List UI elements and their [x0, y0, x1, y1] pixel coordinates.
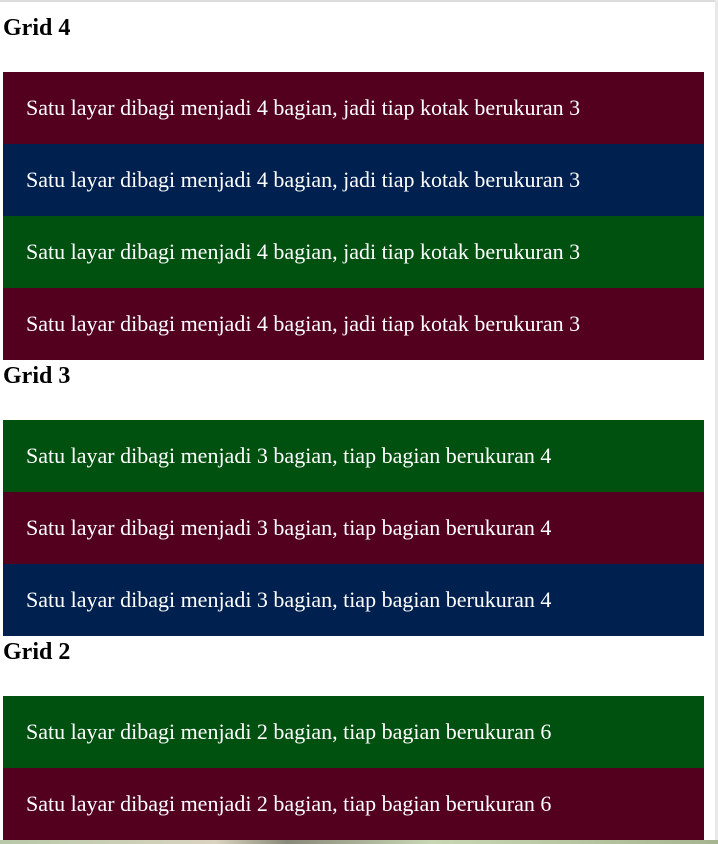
section-title-grid-3: Grid 3	[3, 363, 71, 389]
grid-3-box-1: Satu layar dibagi menjadi 3 bagian, tiap…	[3, 420, 704, 492]
grid-2-section: Grid 2 Satu layar dibagi menjadi 2 bagia…	[3, 636, 704, 840]
page-content: Grid 4 Satu layar dibagi menjadi 4 bagia…	[3, 0, 704, 840]
grid-4-box-2: Satu layar dibagi menjadi 4 bagian, jadi…	[3, 144, 704, 216]
grid-4-section: Grid 4 Satu layar dibagi menjadi 4 bagia…	[3, 0, 704, 360]
background-image-strip	[0, 840, 718, 844]
section-title-grid-2: Grid 2	[3, 639, 71, 665]
grid-2-box-2: Satu layar dibagi menjadi 2 bagian, tiap…	[3, 768, 704, 840]
grid-3-box-3: Satu layar dibagi menjadi 3 bagian, tiap…	[3, 564, 704, 636]
grid-3-section: Grid 3 Satu layar dibagi menjadi 3 bagia…	[3, 360, 704, 636]
section-title-grid-4: Grid 4	[3, 15, 71, 41]
grid-3-box-2: Satu layar dibagi menjadi 3 bagian, tiap…	[3, 492, 704, 564]
grid-2-box-1: Satu layar dibagi menjadi 2 bagian, tiap…	[3, 696, 704, 768]
grid-4-box-4: Satu layar dibagi menjadi 4 bagian, jadi…	[3, 288, 704, 360]
grid-4-box-3: Satu layar dibagi menjadi 4 bagian, jadi…	[3, 216, 704, 288]
grid-4-box-1: Satu layar dibagi menjadi 4 bagian, jadi…	[3, 72, 704, 144]
